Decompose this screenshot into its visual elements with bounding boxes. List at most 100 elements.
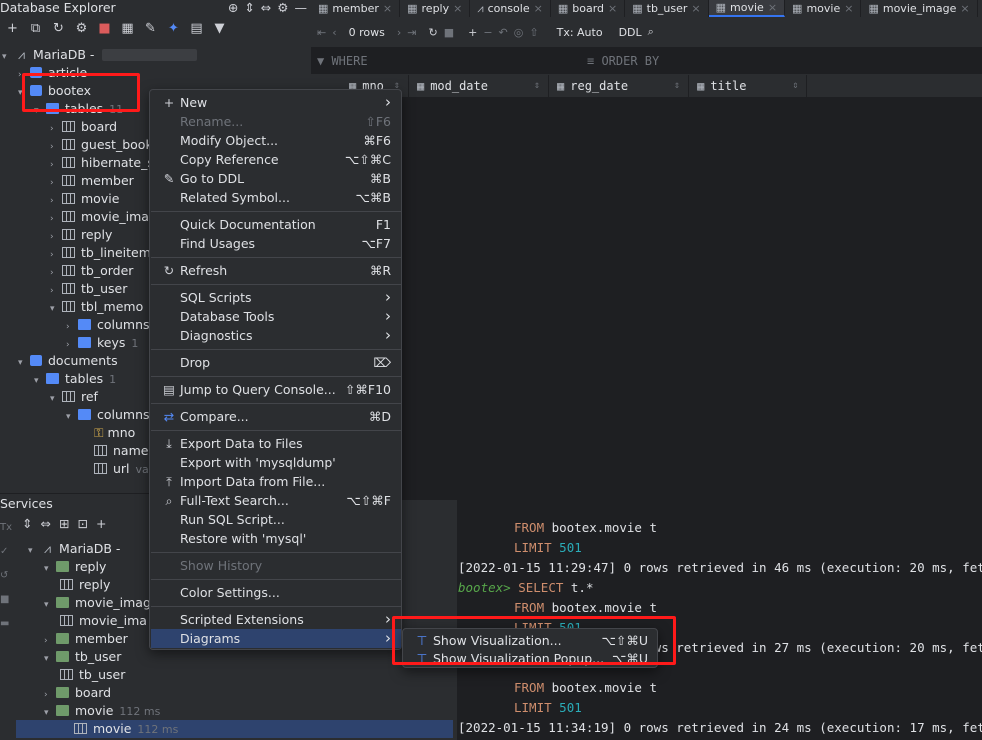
menu-item-full-text-search[interactable]: ⌕ Full-Text Search... ⌥⇧⌘F <box>151 491 401 510</box>
service-node[interactable]: ▾ movie_image <box>44 594 159 612</box>
sort-icon[interactable]: ⇕ <box>792 75 798 97</box>
add-icon[interactable]: + <box>96 516 106 531</box>
tree-node-tb-lineitem[interactable]: › tb_lineitem <box>50 244 151 262</box>
table-icon[interactable]: ▦ <box>117 18 138 38</box>
menu-item-find-usages[interactable]: Find Usages ⌥F7 <box>151 234 401 253</box>
gear-icon[interactable]: ⚙ <box>277 0 288 15</box>
remove-row-icon[interactable]: − <box>483 26 492 39</box>
menu-item-import-data-from-file[interactable]: ⤒ Import Data from File... <box>151 472 401 491</box>
tree-node-columns[interactable]: ▾ columns <box>66 406 150 424</box>
menu-item-jump-to-query-console[interactable]: ▤ Jump to Query Console... ⇧⌘F10 <box>151 380 401 399</box>
sort-icon[interactable]: ⇕ <box>674 75 680 97</box>
tree-node-movie-imag[interactable]: › movie_imag <box>50 208 157 226</box>
column-header-mod-date[interactable]: ▦ mod_date ⇕ <box>409 75 550 97</box>
submit-icon[interactable]: ⇧ <box>529 26 538 39</box>
menu-item-export-data-to-files[interactable]: ⤓ Export Data to Files <box>151 434 401 453</box>
chevron-down-icon[interactable]: ▾ <box>44 560 56 578</box>
tab-member[interactable]: ▦ member × <box>311 0 401 17</box>
menu-item-diagrams[interactable]: Diagrams › <box>151 629 401 648</box>
menu-item-related-symbol[interactable]: Related Symbol... ⌥⌘B <box>151 188 401 207</box>
menu-item-sql-scripts[interactable]: SQL Scripts › <box>151 288 401 307</box>
menu-item-database-tools[interactable]: Database Tools › <box>151 307 401 326</box>
tab-console[interactable]: ⩘ console × <box>470 0 551 17</box>
tab-movie[interactable]: ▦ movie × <box>785 0 862 17</box>
target-icon[interactable]: ⊕ <box>228 0 238 15</box>
expand-all-icon[interactable]: ⇕ <box>22 516 32 531</box>
tree-node-guest-book[interactable]: › guest_book <box>50 136 153 154</box>
revert-icon[interactable]: ↶ <box>499 26 508 39</box>
chevron-down-icon[interactable]: ▾ <box>2 48 14 66</box>
chevron-down-icon[interactable]: ▾ <box>28 542 40 560</box>
order-by-filter[interactable]: ≡ ORDER BY <box>581 54 659 68</box>
stop-icon[interactable]: ■ <box>94 18 115 38</box>
tree-node-columns[interactable]: › columns <box>66 316 150 334</box>
service-node[interactable]: ▾ movie 112 ms <box>44 702 160 720</box>
where-filter[interactable]: ▼ WHERE <box>311 54 581 68</box>
tab-tb-user[interactable]: ▦ tb_user × <box>625 0 709 17</box>
prev-page-icon[interactable]: ‹ <box>332 26 336 39</box>
chevron-down-icon[interactable]: ▾ <box>50 390 62 408</box>
close-icon[interactable]: × <box>534 1 543 17</box>
check-icon[interactable]: ✓ <box>0 540 16 564</box>
console-icon[interactable]: ▤ <box>186 18 207 38</box>
tree-node-name[interactable]: name <box>82 442 148 460</box>
refresh-icon[interactable]: ↻ <box>428 26 437 39</box>
minimize-icon[interactable]: — <box>295 0 308 15</box>
tree-node-movie[interactable]: › movie <box>50 190 119 208</box>
close-icon[interactable]: × <box>960 1 969 17</box>
menu-item-copy-reference[interactable]: Copy Reference ⌥⇧⌘C <box>151 150 401 169</box>
group-icon[interactable]: ⊞ <box>59 516 69 531</box>
chevron-down-icon[interactable]: ▾ <box>18 354 30 372</box>
tab-movie-image[interactable]: ▦ movie_image × <box>861 0 978 17</box>
next-page-icon[interactable]: › <box>397 26 401 39</box>
chevron-down-icon[interactable]: ▾ <box>34 372 46 390</box>
close-icon[interactable]: × <box>453 1 462 17</box>
chevron-down-icon[interactable]: ▾ <box>50 300 62 318</box>
properties-icon[interactable]: ⚙ <box>71 18 92 38</box>
tree-node-mno[interactable]: ⚿ mno <box>82 424 135 442</box>
tree-node-keys[interactable]: › keys 1 <box>66 334 138 352</box>
menu-item-run-sql-script[interactable]: Run SQL Script... <box>151 510 401 529</box>
tree-node-url[interactable]: url va <box>82 460 149 478</box>
menu-item-export-with-mysqldump[interactable]: Export with 'mysqldump' <box>151 453 401 472</box>
tx-icon[interactable]: Tx <box>0 516 16 540</box>
add-row-icon[interactable]: + <box>468 26 477 39</box>
layout-icon[interactable]: ▬ <box>0 612 16 636</box>
expand-all-icon[interactable]: ⇕ <box>244 0 254 15</box>
new-tab-icon[interactable]: ⊡ <box>77 516 87 531</box>
column-header-title[interactable]: ▦ title ⇕ <box>689 75 808 97</box>
menu-item-drop[interactable]: Drop ⌦ <box>151 353 401 372</box>
menu-item-color-settings[interactable]: Color Settings... <box>151 583 401 602</box>
menu-item-scripted-extensions[interactable]: Scripted Extensions › <box>151 610 401 629</box>
filter-icon[interactable]: ▼ <box>209 18 230 38</box>
close-icon[interactable]: × <box>691 1 700 17</box>
service-node[interactable]: movie_ima <box>60 612 147 630</box>
service-node[interactable]: movie 112 ms <box>16 720 453 738</box>
tab-b[interactable]: ▦b× <box>978 0 982 17</box>
services-root[interactable]: ▾ ⩘ MariaDB - <box>28 540 120 558</box>
menu-item-compare[interactable]: ⇄ Compare... ⌘D <box>151 407 401 426</box>
undo-icon[interactable]: ↺ <box>0 564 16 588</box>
collapse-all-icon[interactable]: ⇔ <box>40 516 50 531</box>
tx-mode-selector[interactable]: Tx: Auto <box>557 26 603 39</box>
duplicate-icon[interactable]: ⧉ <box>25 18 46 38</box>
menu-item-modify-object[interactable]: Modify Object... ⌘F6 <box>151 131 401 150</box>
tree-node-member[interactable]: › member <box>50 172 134 190</box>
ddl-button[interactable]: DDL <box>619 26 642 39</box>
tree-node-documents[interactable]: ▾ documents <box>18 352 118 370</box>
service-node[interactable]: › board <box>44 684 111 702</box>
tab-reply[interactable]: ▦ reply × <box>400 0 471 17</box>
chevron-down-icon[interactable]: ▾ <box>44 596 56 614</box>
add-icon[interactable]: + <box>2 18 23 38</box>
menu-item-new[interactable]: + New › <box>151 93 401 112</box>
preview-icon[interactable]: ◎ <box>514 26 524 39</box>
tree-root[interactable]: ▾ ⩘ MariaDB - <box>2 46 198 66</box>
close-icon[interactable]: × <box>844 1 853 17</box>
stop-icon[interactable]: ■ <box>0 588 16 612</box>
rows-selector[interactable]: 0 rows <box>343 26 391 39</box>
edit-icon[interactable]: ✎ <box>140 18 161 38</box>
service-node[interactable]: tb_user <box>60 666 125 684</box>
sort-icon[interactable]: ⇕ <box>534 75 540 97</box>
column-header-reg-date[interactable]: ▦ reg_date ⇕ <box>549 75 690 97</box>
menu-item-refresh[interactable]: ↻ Refresh ⌘R <box>151 261 401 280</box>
